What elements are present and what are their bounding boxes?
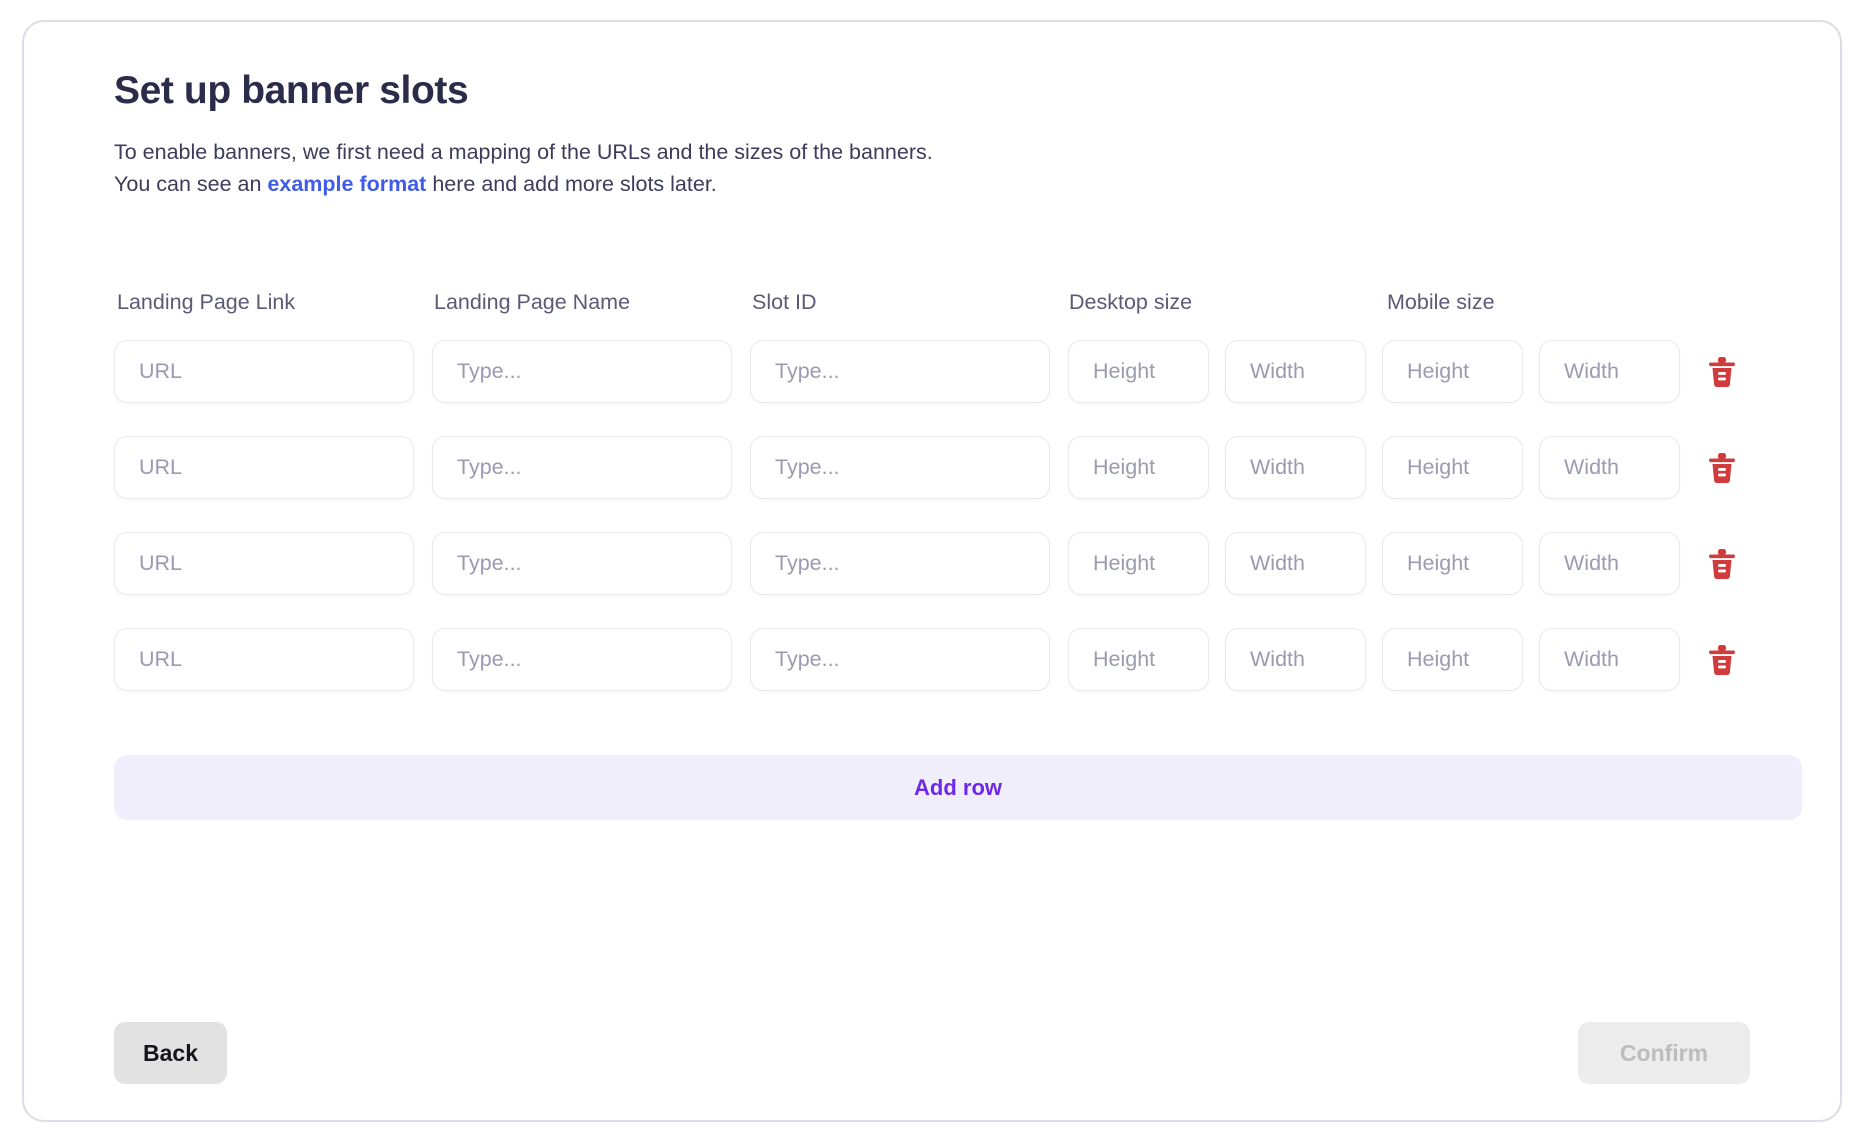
trash-icon — [1707, 548, 1737, 580]
card-footer: Back Confirm — [114, 1022, 1772, 1092]
page-title: Set up banner slots — [114, 70, 1772, 113]
mobile-height-input[interactable] — [1382, 628, 1523, 691]
desktop-height-input[interactable] — [1068, 436, 1209, 499]
confirm-button[interactable]: Confirm — [1578, 1022, 1750, 1084]
mobile-width-input[interactable] — [1539, 436, 1680, 499]
mobile-height-input[interactable] — [1382, 532, 1523, 595]
table-row — [114, 340, 1802, 436]
delete-row-button[interactable] — [1702, 448, 1742, 488]
table-header-row: Landing Page Link Landing Page Name Slot… — [114, 290, 1802, 334]
column-header-landing-page-name: Landing Page Name — [434, 290, 630, 315]
trash-icon — [1707, 356, 1737, 388]
column-header-slot-id: Slot ID — [752, 290, 817, 315]
trash-icon — [1707, 452, 1737, 484]
delete-row-button[interactable] — [1702, 352, 1742, 392]
landing-page-name-input[interactable] — [432, 628, 732, 691]
description-text-after-link: here and add more slots later. — [426, 172, 716, 196]
slot-id-input[interactable] — [750, 532, 1050, 595]
banner-slots-table: Landing Page Link Landing Page Name Slot… — [114, 290, 1802, 724]
table-row — [114, 436, 1802, 532]
delete-row-button[interactable] — [1702, 544, 1742, 584]
mobile-width-input[interactable] — [1539, 340, 1680, 403]
table-rows — [114, 340, 1802, 724]
landing-page-link-input[interactable] — [114, 436, 414, 499]
table-row — [114, 532, 1802, 628]
page-description: To enable banners, we first need a mappi… — [114, 137, 974, 201]
example-format-link[interactable]: example format — [267, 172, 426, 196]
slot-id-input[interactable] — [750, 628, 1050, 691]
back-button[interactable]: Back — [114, 1022, 227, 1084]
desktop-width-input[interactable] — [1225, 532, 1366, 595]
desktop-height-input[interactable] — [1068, 340, 1209, 403]
slot-id-input[interactable] — [750, 340, 1050, 403]
column-header-mobile-size: Mobile size — [1387, 290, 1495, 315]
table-row — [114, 628, 1802, 724]
column-header-landing-page-link: Landing Page Link — [117, 290, 295, 315]
desktop-width-input[interactable] — [1225, 340, 1366, 403]
landing-page-name-input[interactable] — [432, 532, 732, 595]
mobile-height-input[interactable] — [1382, 436, 1523, 499]
landing-page-link-input[interactable] — [114, 532, 414, 595]
desktop-width-input[interactable] — [1225, 436, 1366, 499]
setup-banner-slots-card: Set up banner slots To enable banners, w… — [22, 20, 1842, 1122]
mobile-width-input[interactable] — [1539, 628, 1680, 691]
slot-id-input[interactable] — [750, 436, 1050, 499]
desktop-height-input[interactable] — [1068, 628, 1209, 691]
column-header-desktop-size: Desktop size — [1069, 290, 1192, 315]
landing-page-name-input[interactable] — [432, 436, 732, 499]
landing-page-link-input[interactable] — [114, 628, 414, 691]
add-row-button[interactable]: Add row — [114, 755, 1802, 820]
landing-page-link-input[interactable] — [114, 340, 414, 403]
mobile-height-input[interactable] — [1382, 340, 1523, 403]
landing-page-name-input[interactable] — [432, 340, 732, 403]
desktop-width-input[interactable] — [1225, 628, 1366, 691]
trash-icon — [1707, 644, 1737, 676]
desktop-height-input[interactable] — [1068, 532, 1209, 595]
delete-row-button[interactable] — [1702, 640, 1742, 680]
mobile-width-input[interactable] — [1539, 532, 1680, 595]
